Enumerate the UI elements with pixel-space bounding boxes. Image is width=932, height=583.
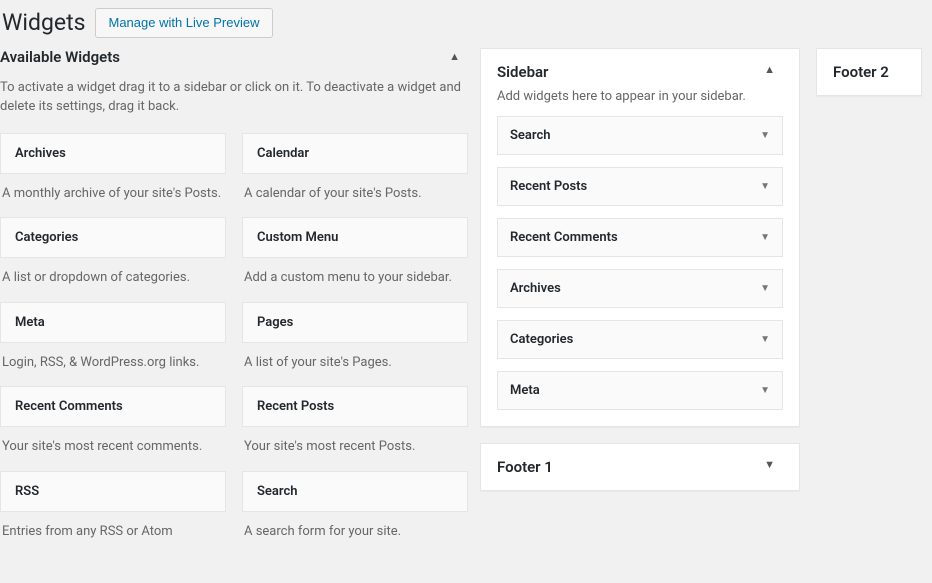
available-widget-search[interactable]: Search [242, 471, 468, 512]
available-widget-calendar[interactable]: Calendar [242, 133, 468, 174]
widget-area-title: Sidebar [497, 63, 548, 81]
widget-desc: A search form for your site. [242, 512, 468, 556]
placed-widget-label: Meta [510, 383, 540, 398]
placed-widget-search[interactable]: Search ▼ [497, 116, 783, 155]
placed-widget-recent-posts[interactable]: Recent Posts ▼ [497, 167, 783, 206]
chevron-down-icon: ▼ [760, 130, 770, 141]
available-widget-recent-comments[interactable]: Recent Comments [0, 386, 226, 427]
available-widgets-description: To activate a widget drag it to a sideba… [0, 78, 468, 117]
available-widgets-header[interactable]: Available Widgets ▲ [0, 48, 468, 70]
widget-desc: Your site's most recent Posts. [242, 427, 468, 471]
chevron-down-icon: ▼ [760, 334, 770, 345]
collapse-icon: ▲ [764, 63, 783, 76]
placed-widget-label: Recent Comments [510, 230, 618, 245]
widget-desc: Login, RSS, & WordPress.org links. [0, 343, 226, 387]
placed-widget-meta[interactable]: Meta ▼ [497, 371, 783, 410]
chevron-down-icon: ▼ [760, 385, 770, 396]
widget-area-desc: Add widgets here to appear in your sideb… [481, 81, 799, 116]
collapse-icon: ▲ [449, 50, 468, 63]
chevron-down-icon: ▼ [760, 181, 770, 192]
available-widgets-title: Available Widgets [0, 48, 120, 66]
widget-desc: A calendar of your site's Posts. [242, 174, 468, 218]
chevron-down-icon: ▼ [764, 458, 783, 471]
widget-area-title: Footer 1 [497, 458, 553, 476]
placed-widget-label: Recent Posts [510, 179, 587, 194]
available-widget-meta[interactable]: Meta [0, 302, 226, 343]
available-widget-pages[interactable]: Pages [242, 302, 468, 343]
widget-area-sidebar-header[interactable]: Sidebar ▲ [481, 49, 799, 81]
placed-widget-label: Archives [510, 281, 561, 296]
widget-area-footer1-header[interactable]: Footer 1 ▼ [481, 444, 799, 490]
chevron-down-icon: ▼ [760, 283, 770, 294]
placed-widget-label: Categories [510, 332, 573, 347]
page-title: Widgets [2, 9, 85, 36]
placed-widget-archives[interactable]: Archives ▼ [497, 269, 783, 308]
placed-widget-label: Search [510, 128, 551, 143]
widget-area-sidebar: Sidebar ▲ Add widgets here to appear in … [480, 48, 800, 427]
placed-widget-recent-comments[interactable]: Recent Comments ▼ [497, 218, 783, 257]
widget-desc: A list or dropdown of categories. [0, 258, 226, 302]
widget-area-title: Footer 2 [833, 63, 889, 81]
widget-desc: A list of your site's Pages. [242, 343, 468, 387]
available-widget-categories[interactable]: Categories [0, 217, 226, 258]
available-widget-recent-posts[interactable]: Recent Posts [242, 386, 468, 427]
available-widget-rss[interactable]: RSS [0, 471, 226, 512]
widget-area-footer2-header[interactable]: Footer 2 [817, 49, 921, 95]
widget-desc: Entries from any RSS or Atom [0, 512, 226, 556]
widget-desc: A monthly archive of your site's Posts. [0, 174, 226, 218]
widget-desc: Add a custom menu to your sidebar. [242, 258, 468, 302]
chevron-down-icon: ▼ [760, 232, 770, 243]
manage-live-preview-button[interactable]: Manage with Live Preview [95, 8, 272, 38]
placed-widget-categories[interactable]: Categories ▼ [497, 320, 783, 359]
available-widget-archives[interactable]: Archives [0, 133, 226, 174]
available-widget-custom-menu[interactable]: Custom Menu [242, 217, 468, 258]
widget-area-footer2: Footer 2 [816, 48, 922, 96]
widget-area-footer1: Footer 1 ▼ [480, 443, 800, 491]
widget-desc: Your site's most recent comments. [0, 427, 226, 471]
